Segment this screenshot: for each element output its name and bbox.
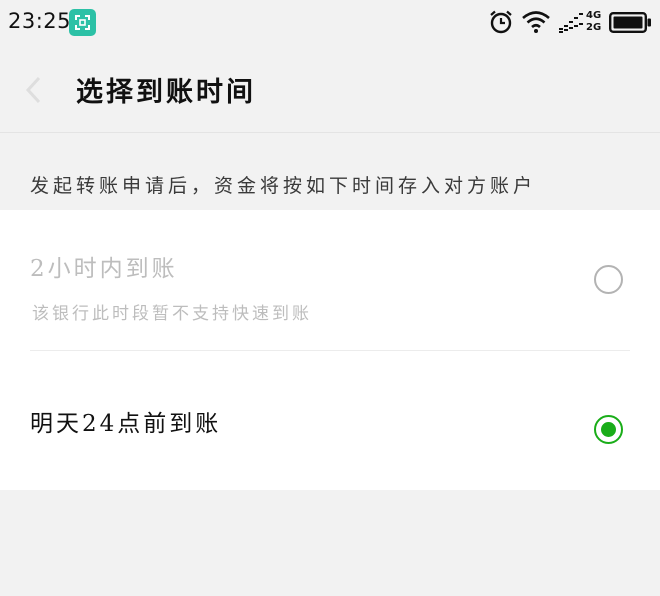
status-time: 23:25 <box>8 9 72 33</box>
scan-app-icon <box>69 9 96 36</box>
option-title: 2小时内到账 <box>30 256 178 282</box>
alarm-clock-icon <box>488 9 514 39</box>
back-arrow-icon <box>25 76 41 104</box>
signal-icon <box>559 12 585 38</box>
radio-unselected[interactable] <box>594 265 623 294</box>
option-next-day-arrival[interactable]: 明天24点前到账 <box>0 351 660 490</box>
option-title: 明天24点前到账 <box>30 411 222 437</box>
option-two-hour-arrival[interactable]: 2小时内到账 该银行此时段暂不支持快速到账 <box>0 210 660 350</box>
option-unavailable-note: 该银行此时段暂不支持快速到账 <box>32 304 312 324</box>
battery-icon <box>609 12 652 37</box>
transfer-hint-text: 发起转账申请后，资金将按如下时间存入对方账户 <box>30 175 537 197</box>
wifi-icon <box>521 10 551 38</box>
arrival-time-options: 2小时内到账 该银行此时段暂不支持快速到账 明天24点前到账 <box>0 210 660 490</box>
status-bar: 23:25 4G 2G <box>0 0 660 46</box>
network-type-bottom: 2G <box>586 22 602 33</box>
radio-check-dot <box>601 422 616 437</box>
network-type-top: 4G <box>586 10 602 21</box>
back-button[interactable] <box>22 74 48 106</box>
radio-selected[interactable] <box>594 415 623 444</box>
page-title: 选择到账时间 <box>76 77 256 108</box>
nav-bar: 选择到账时间 <box>0 46 660 133</box>
